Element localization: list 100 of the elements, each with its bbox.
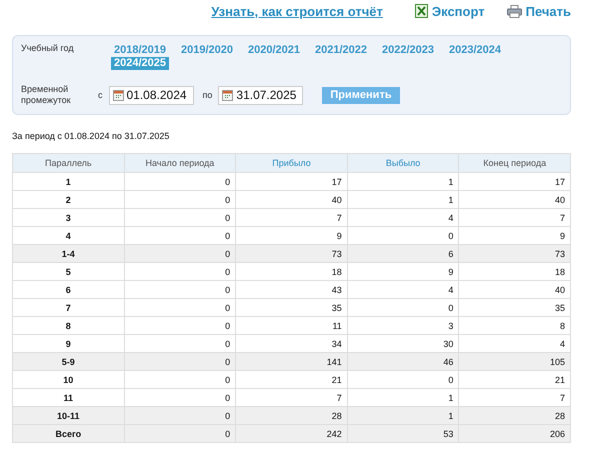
table-cell: 0 xyxy=(347,298,459,316)
table-cell: 8 xyxy=(458,316,570,334)
table-cell: 0 xyxy=(347,226,459,244)
table-cell: 0 xyxy=(124,352,236,370)
table-cell: 1 xyxy=(347,190,459,208)
table-cell: 0 xyxy=(124,424,236,442)
table-cell: 105 xyxy=(458,352,570,370)
table-cell: 7 xyxy=(458,208,570,226)
table-cell: 28 xyxy=(458,406,570,424)
table-cell: Всего xyxy=(12,424,124,442)
year-tab[interactable]: 2019/2020 xyxy=(178,44,236,57)
column-header: Начало периода xyxy=(124,154,236,172)
date-field[interactable]: 31.07.2025 xyxy=(218,86,304,104)
export-link[interactable]: Экспорт xyxy=(414,4,485,18)
column-header: Параллель xyxy=(12,154,124,172)
table-cell: 0 xyxy=(124,316,236,334)
table-cell: 21 xyxy=(458,370,570,388)
table-cell: 0 xyxy=(124,190,236,208)
table-cell: 73 xyxy=(236,244,348,262)
table-cell: 1 xyxy=(347,388,459,406)
table-cell: 73 xyxy=(458,244,570,262)
table-cell: 0 xyxy=(124,208,236,226)
column-header[interactable]: Прибыло xyxy=(236,154,348,172)
table-cell: 5 xyxy=(12,262,124,280)
table-cell: 17 xyxy=(236,172,348,190)
table-cell: 1 xyxy=(347,406,459,424)
table-cell: 3 xyxy=(347,316,459,334)
table-cell: 7 xyxy=(458,388,570,406)
period-label: Временной промежуток xyxy=(21,84,72,106)
table-cell: 2 xyxy=(12,190,124,208)
table-cell: 0 xyxy=(124,334,236,352)
table-cell: 0 xyxy=(124,406,236,424)
year-tab[interactable]: 2018/2019 xyxy=(111,44,169,57)
table-cell: 0 xyxy=(124,244,236,262)
table-cell: 53 xyxy=(347,424,459,442)
table-cell: 7 xyxy=(236,388,348,406)
table-cell: 17 xyxy=(458,172,570,190)
from-label: с xyxy=(98,90,102,100)
table-cell: 4 xyxy=(347,280,459,298)
calendar-icon[interactable] xyxy=(222,90,234,100)
date-field[interactable]: 01.08.2024 xyxy=(108,86,194,104)
print-link[interactable]: Печать xyxy=(506,4,571,18)
period-caption: За период с 01.08.2024 по 31.07.2025 xyxy=(12,131,170,141)
table-cell: 0 xyxy=(124,370,236,388)
year-tab[interactable]: 2024/2025 xyxy=(111,57,169,70)
column-header[interactable]: Выбыло xyxy=(347,154,459,172)
table-cell: 46 xyxy=(347,352,459,370)
table-cell: 0 xyxy=(124,298,236,316)
table-cell: 40 xyxy=(236,190,348,208)
table-cell: 11 xyxy=(12,388,124,406)
table-cell: 0 xyxy=(124,226,236,244)
table-cell: 0 xyxy=(124,280,236,298)
table-cell: 43 xyxy=(236,280,348,298)
year-tab[interactable]: 2021/2022 xyxy=(312,44,370,57)
year-tab[interactable]: 2020/2021 xyxy=(245,44,303,57)
table-cell: 9 xyxy=(458,226,570,244)
table-cell: 35 xyxy=(458,298,570,316)
table-cell: 6 xyxy=(347,244,459,262)
table-cell: 1 xyxy=(347,172,459,190)
table-cell: 4 xyxy=(347,208,459,226)
table-cell: 0 xyxy=(347,370,459,388)
calendar-icon[interactable] xyxy=(112,90,124,100)
table-cell: 40 xyxy=(458,280,570,298)
table-cell: 3 xyxy=(12,208,124,226)
table-cell: 9 xyxy=(347,262,459,280)
column-header: Конец периода xyxy=(458,154,570,172)
table-cell: 0 xyxy=(124,388,236,406)
table-cell: 10 xyxy=(12,370,124,388)
table-cell: 7 xyxy=(12,298,124,316)
table-cell: 0 xyxy=(124,172,236,190)
table-cell: 40 xyxy=(458,190,570,208)
table-cell: 7 xyxy=(236,208,348,226)
table-cell: 34 xyxy=(236,334,348,352)
table-cell: 0 xyxy=(124,262,236,280)
year-label: Учебный год xyxy=(21,43,75,54)
table-cell: 30 xyxy=(347,334,459,352)
table-cell: 1-4 xyxy=(12,244,124,262)
to-label: по xyxy=(202,90,212,100)
table-cell: 28 xyxy=(236,406,348,424)
table-cell: 9 xyxy=(236,226,348,244)
table-cell: 4 xyxy=(12,226,124,244)
year-tab[interactable]: 2022/2023 xyxy=(379,44,437,57)
table-cell: 11 xyxy=(236,316,348,334)
table-cell: 5-9 xyxy=(12,352,124,370)
table-cell: 1 xyxy=(12,172,124,190)
table-cell: 21 xyxy=(236,370,348,388)
help-link[interactable]: Узнать, как строится отчёт xyxy=(211,4,383,18)
apply-button[interactable]: Применить xyxy=(322,86,400,104)
table-cell: 9 xyxy=(12,334,124,352)
table-cell: 4 xyxy=(458,334,570,352)
table-cell: 35 xyxy=(236,298,348,316)
printer-icon xyxy=(506,4,522,18)
table-cell: 8 xyxy=(12,316,124,334)
table-cell: 242 xyxy=(236,424,348,442)
table-cell: 18 xyxy=(458,262,570,280)
table-cell: 18 xyxy=(236,262,348,280)
table-cell: 6 xyxy=(12,280,124,298)
table-cell: 141 xyxy=(236,352,348,370)
table-cell: 10-11 xyxy=(12,406,124,424)
year-tab[interactable]: 2023/2024 xyxy=(446,44,504,57)
